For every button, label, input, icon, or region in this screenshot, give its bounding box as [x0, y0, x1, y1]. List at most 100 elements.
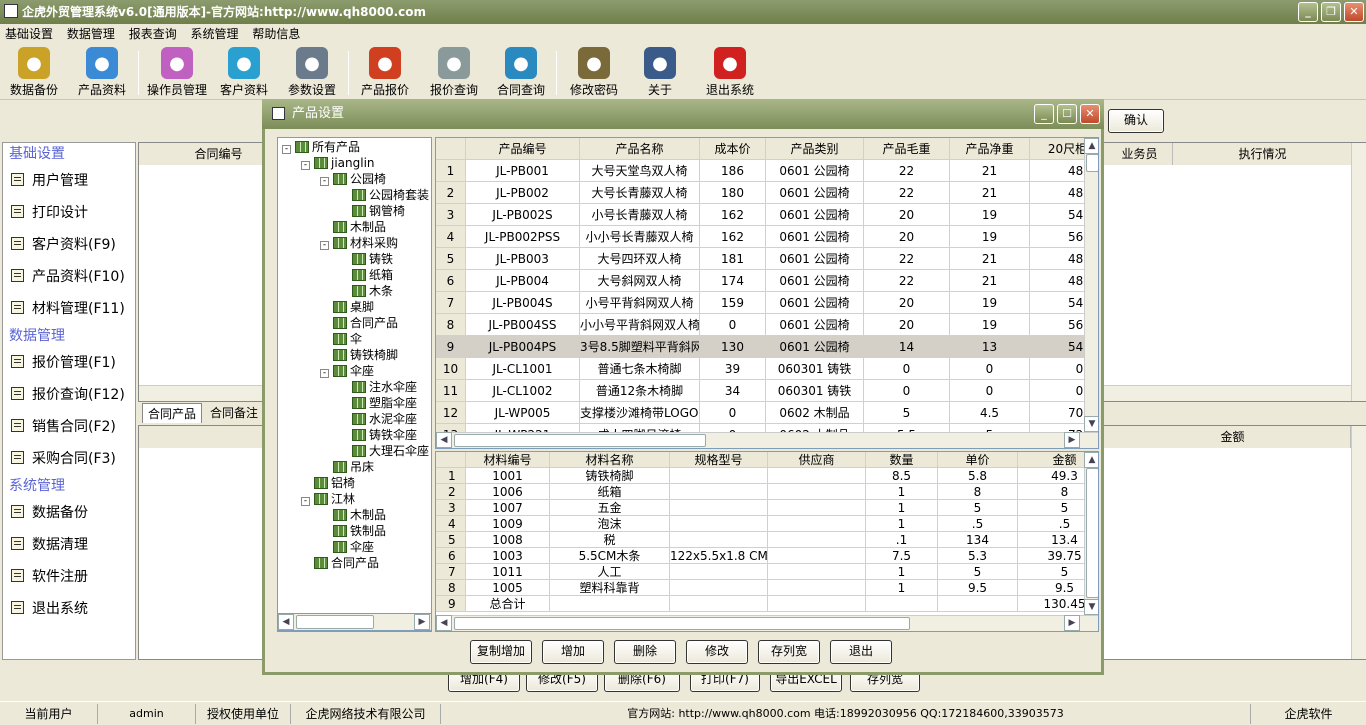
tree-scroll-right-icon[interactable]: ▶ [414, 614, 430, 630]
toolbar-settings-database-button[interactable]: ● 参数设置 [282, 47, 342, 99]
product-grid-scroll-right-icon[interactable]: ▶ [1064, 432, 1080, 448]
tree-collapse-icon[interactable]: - [301, 161, 310, 170]
product-grid-hscroll[interactable]: ◀ ▶ [436, 432, 1098, 448]
nav-item[interactable]: 数据清理 [3, 529, 135, 561]
nav-item[interactable]: 退出系统 [3, 593, 135, 625]
confirm-button[interactable]: 确认 [1108, 109, 1164, 133]
nav-item[interactable]: 采购合同(F3) [3, 443, 135, 475]
nav-item[interactable]: 产品资料(F10) [3, 261, 135, 293]
product-grid-scroll-up-icon[interactable]: ▲ [1084, 138, 1098, 154]
tree-node[interactable]: 吊床 [320, 459, 374, 475]
product-grid-row[interactable]: 1 JL-PB001 大号天堂鸟双人椅 186 0601 公园椅 22 21 480 [436, 160, 1091, 182]
dialog-maximize-icon[interactable]: ☐ [1057, 104, 1077, 124]
product-grid-column-header[interactable]: 产品净重 [950, 138, 1030, 159]
tree-node[interactable]: 木条 [339, 283, 393, 299]
tree-scroll-thumb[interactable] [296, 615, 374, 629]
material-grid-scroll-up-icon[interactable]: ▲ [1084, 452, 1098, 468]
nav-item[interactable]: 报价管理(F1) [3, 347, 135, 379]
dialog-action-button[interactable]: 删除 [614, 640, 676, 664]
material-grid-row[interactable]: 3 1007 五金 1 5 5 [436, 500, 1084, 516]
material-grid-scroll-left-icon[interactable]: ◀ [436, 615, 452, 631]
tree-hscroll[interactable]: ◀ ▶ [277, 613, 432, 631]
toolbar-exit-cube-button[interactable]: ● 退出系统 [700, 47, 760, 99]
tree-collapse-icon[interactable]: - [301, 497, 310, 506]
close-icon[interactable]: ✕ [1344, 2, 1364, 22]
tree-collapse-icon[interactable]: - [320, 369, 329, 378]
tree-node[interactable]: 桌脚 [320, 299, 374, 315]
nav-item[interactable]: 报价查询(F12) [3, 379, 135, 411]
tree-node[interactable]: 铝椅 [301, 475, 355, 491]
tree-node[interactable]: 铸铁椅脚 [320, 347, 398, 363]
tree-scroll-left-icon[interactable]: ◀ [278, 614, 294, 630]
tree-node[interactable]: 铸铁 [339, 251, 393, 267]
nav-item[interactable]: 销售合同(F2) [3, 411, 135, 443]
dialog-action-button[interactable]: 增加 [542, 640, 604, 664]
product-grid-row[interactable]: 5 JL-PB003 大号四环双人椅 181 0601 公园椅 22 21 480 [436, 248, 1091, 270]
restore-icon[interactable]: ❐ [1321, 2, 1341, 22]
dialog-action-button[interactable]: 退出 [830, 640, 892, 664]
tree-node[interactable]: 木制品 [320, 219, 386, 235]
material-grid-hscroll[interactable]: ◀ ▶ [436, 615, 1098, 631]
tree-node[interactable]: 伞座 [320, 539, 374, 555]
product-grid-row[interactable]: 2 JL-PB002 大号长青藤双人椅 180 0601 公园椅 22 21 480 [436, 182, 1091, 204]
tree-collapse-icon[interactable]: - [282, 145, 291, 154]
material-grid-vscroll[interactable]: ▲ ▼ [1084, 452, 1098, 617]
toolbar-magnifier-button[interactable]: ● 报价查询 [424, 47, 484, 99]
tab-contract-products[interactable]: 合同产品 [142, 403, 202, 423]
material-grid-column-header[interactable]: 数量 [866, 452, 938, 467]
tree-node[interactable]: 大理石伞座 [339, 443, 429, 459]
product-grid-row[interactable]: 12 JL-WP005 支撑楼沙滩椅带LOGO矩 0 0602 木制品 5 4.5 700 [436, 402, 1091, 424]
material-grid-row[interactable]: 7 1011 人工 1 5 5 [436, 564, 1084, 580]
menu-data-management[interactable]: 数据管理 [62, 24, 120, 45]
menu-basic-settings[interactable]: 基础设置 [0, 24, 58, 45]
toolbar-customer-button[interactable]: ● 客户资料 [215, 47, 273, 99]
product-grid-row[interactable]: 8 JL-PB004SS 小小号平背斜网双人椅 0 0601 公园椅 20 19 560 [436, 314, 1091, 336]
product-grid-scroll-down-icon[interactable]: ▼ [1084, 416, 1098, 432]
tree-node[interactable]: - 材料采购 [320, 235, 398, 251]
tree-node[interactable]: - 所有产品 [282, 139, 360, 155]
toolbar-key-button[interactable]: ● 修改密码 [566, 47, 622, 99]
product-grid-column-header[interactable]: 成本价 [700, 138, 766, 159]
material-grid-column-header[interactable]: 材料编号 [466, 452, 550, 467]
tree-node[interactable]: 合同产品 [301, 555, 379, 571]
tab-contract-notes[interactable]: 合同备注 [204, 403, 264, 423]
nav-item[interactable]: 用户管理 [3, 165, 135, 197]
product-grid-vscroll-thumb[interactable] [1086, 154, 1098, 172]
product-grid-column-header[interactable]: 产品类别 [766, 138, 864, 159]
contract-vscroll[interactable] [1351, 143, 1366, 401]
tree-node[interactable]: - 江林 [301, 491, 355, 507]
minimize-icon[interactable]: _ [1298, 2, 1318, 22]
product-grid-column-header[interactable]: 产品毛重 [864, 138, 950, 159]
dialog-action-button[interactable]: 复制增加 [470, 640, 532, 664]
tree-node[interactable]: 铁制品 [320, 523, 386, 539]
nav-item[interactable]: 软件注册 [3, 561, 135, 593]
material-grid-column-header[interactable]: 供应商 [768, 452, 866, 467]
toolbar-checkmark-button[interactable]: ● 产品报价 [356, 47, 414, 99]
nav-item[interactable]: 材料管理(F11) [3, 293, 135, 325]
material-grid-row[interactable]: 4 1009 泡沫 1.5.5 [436, 516, 1084, 532]
toolbar-operator-button[interactable]: ● 操作员管理 [142, 47, 212, 99]
menu-help[interactable]: 帮助信息 [247, 24, 305, 45]
tree-node[interactable]: - 公园椅 [320, 171, 386, 187]
product-grid-hscroll-thumb[interactable] [454, 434, 706, 447]
dialog-minimize-icon[interactable]: _ [1034, 104, 1054, 124]
product-grid-row[interactable]: 6 JL-PB004 大号斜网双人椅 174 0601 公园椅 22 21 480 [436, 270, 1091, 292]
tree-node[interactable]: 木制品 [320, 507, 386, 523]
product-grid-row[interactable]: 7 JL-PB004S 小号平背斜网双人椅 159 0601 公园椅 20 19 540 [436, 292, 1091, 314]
dialog-action-button[interactable]: 修改 [686, 640, 748, 664]
toolbar-mascot-button[interactable]: ● 关于 [640, 47, 680, 99]
product-grid-vscroll[interactable]: ▲ ▼ [1084, 138, 1098, 434]
nav-item[interactable]: 数据备份 [3, 497, 135, 529]
material-grid-row[interactable]: 8 1005 塑料科靠背 1 9.5 9.5 [436, 580, 1084, 596]
material-grid-scroll-right-icon[interactable]: ▶ [1064, 615, 1080, 631]
dialog-close-icon[interactable]: ✕ [1080, 104, 1100, 124]
material-grid-row[interactable]: 6 1003 5.5CM木条 122x5.5x1.8 CM 7.5 5.3 39.75 [436, 548, 1084, 564]
material-grid-row[interactable]: 1 1001 铸铁椅脚 8.5 5.8 49.3 [436, 468, 1084, 484]
product-grid-row[interactable]: 11 JL-CL1002 普通12条木椅脚 34 060301 铸铁 0 0 0 [436, 380, 1084, 402]
tree-node[interactable]: 合同产品 [320, 315, 398, 331]
material-grid-column-header[interactable]: 规格型号 [670, 452, 768, 467]
nav-item[interactable]: 客户资料(F9) [3, 229, 135, 261]
tree-collapse-icon[interactable]: - [320, 241, 329, 250]
material-grid-vscroll-thumb[interactable] [1086, 468, 1098, 598]
product-grid-column-header[interactable]: 产品编号 [466, 138, 580, 159]
